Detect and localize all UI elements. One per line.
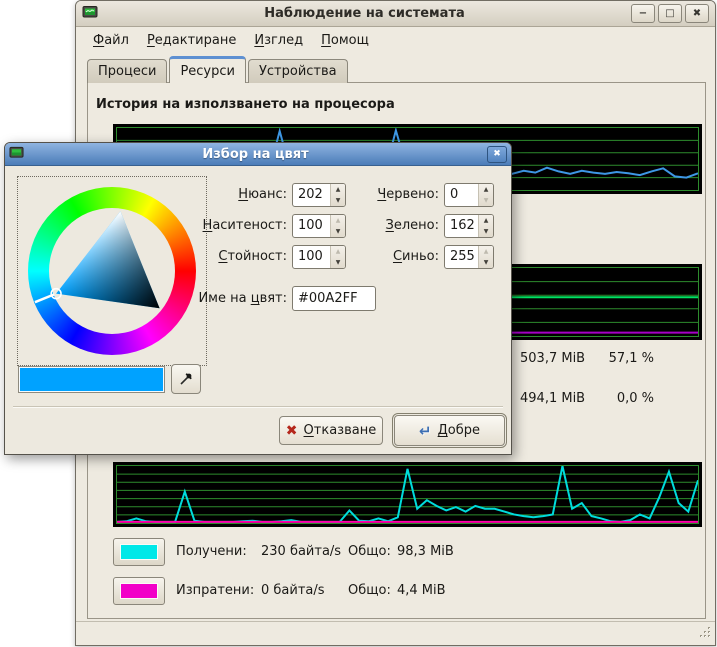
menu-file[interactable]: Файл [84, 30, 138, 51]
saturation-value-triangle[interactable] [18, 177, 206, 365]
received-total: 98,3 MiB [397, 538, 454, 566]
hue-label: Нюанс: [175, 187, 287, 204]
hue-value[interactable]: 202 [293, 184, 330, 206]
maximize-icon: □ [665, 8, 674, 19]
eyedropper-icon [178, 371, 194, 387]
green-label: Зелено: [335, 218, 439, 235]
system-monitor-app-icon [82, 4, 98, 24]
blue-spin-down-icon[interactable]: ▼ [479, 257, 493, 268]
sent-label: Изпратени: [176, 577, 254, 605]
dialog-close-button[interactable]: ✖ [487, 146, 507, 163]
main-window-title: Наблюдение на системата [102, 6, 627, 21]
main-window-titlebar[interactable]: Наблюдение на системата − □ ✖ [76, 1, 715, 27]
red-spinner[interactable]: 0 ▲ ▼ [444, 183, 494, 207]
blue-spin-up-icon[interactable]: ▲ [479, 246, 493, 257]
network-sent-row: Изпратени: 0 байта/s Общо: 4,4 MiB [88, 577, 707, 605]
received-total-label: Общо: [348, 538, 391, 566]
green-spinner[interactable]: 162 ▲ ▼ [444, 214, 494, 238]
ok-button-label: Добре [438, 423, 480, 438]
saturation-value[interactable]: 100 [293, 215, 330, 237]
red-spin-up-icon[interactable]: ▲ [479, 184, 493, 195]
network-history-chart [113, 462, 702, 527]
menubar: Файл Редактиране Изглед Помощ [76, 28, 715, 53]
menu-view[interactable]: Изглед [245, 30, 312, 51]
cancel-button[interactable]: ✖ Отказване [279, 416, 383, 445]
dialog-separator [13, 406, 503, 408]
selected-color-preview [18, 366, 165, 393]
received-rate: 230 байта/s [261, 538, 341, 566]
color-wheel[interactable] [17, 176, 207, 366]
minimize-button[interactable]: − [631, 4, 655, 23]
value-value[interactable]: 100 [293, 246, 330, 268]
cancel-x-icon: ✖ [286, 423, 298, 439]
menu-help[interactable]: Помощ [312, 30, 378, 51]
close-button[interactable]: ✖ [685, 4, 709, 23]
swap-used-value: 494,1 MiB [520, 391, 585, 406]
eyedropper-button[interactable] [171, 364, 201, 394]
blue-value[interactable]: 255 [445, 246, 478, 268]
dialog-title: Избор на цвят [28, 147, 483, 162]
resize-grip-icon[interactable] [698, 625, 712, 643]
green-spin-up-icon[interactable]: ▲ [479, 215, 493, 226]
sent-rate: 0 байта/s [261, 577, 325, 605]
network-received-row: Получени: 230 байта/s Общо: 98,3 MiB [88, 538, 707, 566]
value-label: Стойност: [175, 249, 287, 266]
maximize-button[interactable]: □ [658, 4, 682, 23]
received-color-swatch [120, 544, 158, 560]
swap-legend-row: 494,1 MiB 0,0 % [520, 391, 660, 409]
memory-used-value: 503,7 MiB [520, 351, 585, 366]
cancel-button-label: Отказване [304, 423, 377, 438]
green-value[interactable]: 162 [445, 215, 478, 237]
tab-resources[interactable]: Ресурси [169, 56, 246, 83]
swap-used-percent: 0,0 % [584, 391, 654, 406]
memory-legend-row: 503,7 MiB 57,1 % [520, 351, 660, 369]
red-label: Червено: [335, 187, 439, 204]
memory-used-percent: 57,1 % [584, 351, 654, 366]
sent-total-label: Общо: [348, 577, 391, 605]
red-spin-down-icon[interactable]: ▼ [479, 195, 493, 206]
color-name-input[interactable] [292, 286, 376, 311]
tab-processes[interactable]: Процеси [87, 59, 167, 83]
dialog-titlebar[interactable]: Избор на цвят ✖ [5, 143, 511, 166]
sent-color-button[interactable] [113, 577, 165, 605]
menu-edit[interactable]: Редактиране [138, 30, 245, 51]
color-picker-dialog: Избор на цвят ✖ [4, 142, 512, 455]
received-label: Получени: [176, 538, 247, 566]
tab-devices[interactable]: Устройства [248, 59, 348, 83]
cpu-section-title: История на използването на процесора [96, 97, 395, 112]
sent-total: 4,4 MiB [397, 577, 446, 605]
sent-color-swatch [120, 583, 158, 599]
blue-label: Синьо: [335, 249, 439, 266]
statusbar [76, 621, 715, 646]
received-color-button[interactable] [113, 538, 165, 566]
saturation-label: Наситеност: [175, 218, 287, 235]
ok-return-arrow-icon: ↵ [419, 422, 432, 440]
color-name-label: Име на цвят: [155, 291, 287, 308]
dialog-close-icon: ✖ [493, 149, 501, 159]
dialog-app-icon [9, 145, 24, 164]
tabbar: Процеси Ресурси Устройства [87, 56, 350, 83]
close-icon: ✖ [693, 8, 701, 19]
ok-button[interactable]: ↵ Добре [394, 415, 505, 446]
red-value[interactable]: 0 [445, 184, 478, 206]
green-spin-down-icon[interactable]: ▼ [479, 226, 493, 237]
blue-spinner[interactable]: 255 ▲ ▼ [444, 245, 494, 269]
minimize-icon: − [639, 8, 647, 19]
